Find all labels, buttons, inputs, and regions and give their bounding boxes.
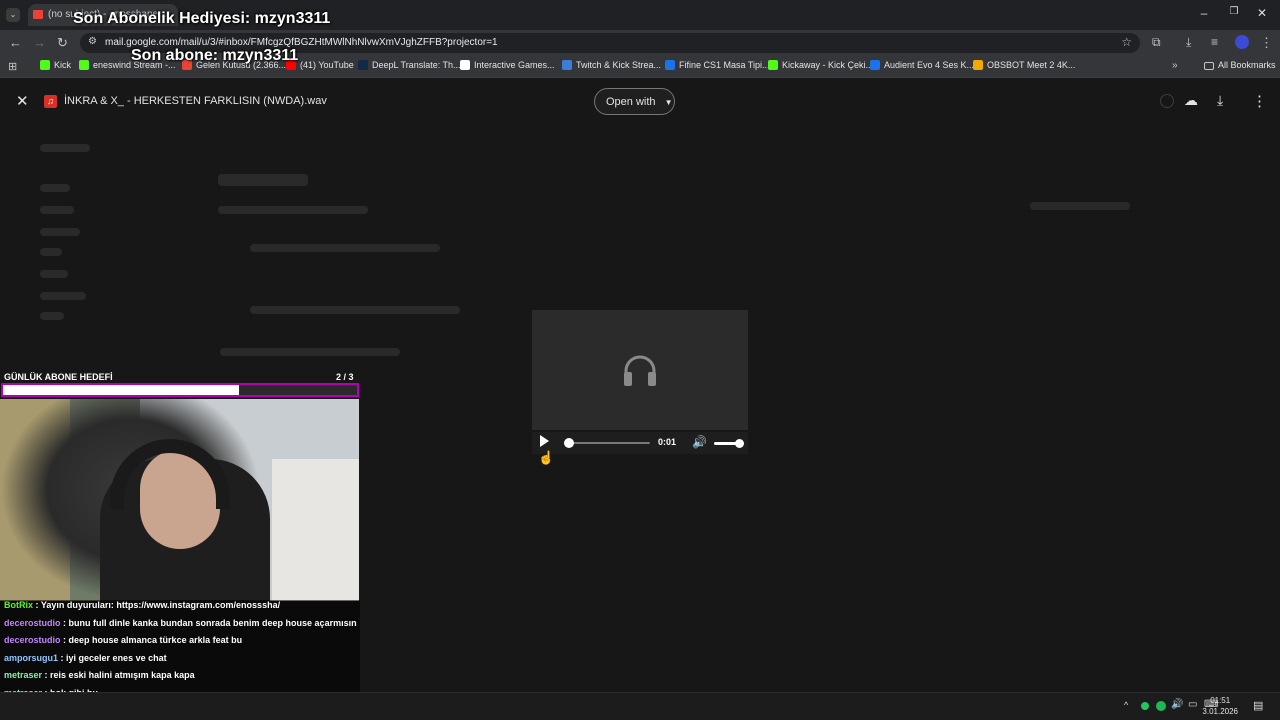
sub-goal-count: 2 / 3 — [336, 372, 354, 382]
taskbar-clock[interactable]: 01:51 3.01.2026 — [1202, 695, 1238, 717]
bookmark-label: OBSBOT Meet 2 4K... — [987, 60, 1076, 70]
volume-slider[interactable] — [714, 439, 744, 448]
sub-goal-label: GÜNLÜK ABONE HEDEFİ — [4, 372, 113, 382]
clock-time: 01:51 — [1210, 696, 1231, 705]
bookmark-label: DeepL Translate: Th... — [372, 60, 461, 70]
help-icon[interactable] — [1160, 94, 1174, 108]
bookmark-item[interactable]: Kickaway - Kick Çeki... — [768, 60, 873, 70]
chat-message: metraser : reis eski halini atmışım kapa… — [4, 670, 195, 680]
add-to-drive-icon[interactable]: ☁ — [1184, 92, 1198, 109]
profile-avatar[interactable] — [1235, 35, 1249, 49]
chat-text: : iyi geceler enes ve chat — [60, 653, 167, 663]
file-name: İNKRA & X_ - HERKESTEN FARKLISIN (NWDA).… — [64, 95, 327, 107]
headphones-icon — [624, 355, 656, 386]
tray-overflow-icon[interactable]: ^ — [1124, 700, 1128, 710]
current-time: 0:01 — [658, 437, 677, 447]
chat-text: : bunu full dinle kanka bundan sonrada b… — [63, 618, 357, 628]
bookmark-item[interactable]: OBSBOT Meet 2 4K... — [973, 60, 1075, 70]
volume-icon[interactable]: 🔊 — [692, 435, 707, 449]
apps-grid-icon[interactable]: ⊞ — [8, 60, 17, 73]
spotify-icon[interactable] — [1156, 701, 1166, 711]
bookmark-favicon-icon — [460, 60, 470, 70]
chat-username: amporsugu1 — [4, 653, 59, 663]
sub-goal-bar — [1, 383, 359, 397]
extensions-icon[interactable]: ⧉ — [1152, 35, 1161, 50]
more-options-icon[interactable]: ⋮ — [1252, 92, 1267, 110]
chat-message: BotRix : Yayın duyuruları: https://www.i… — [4, 600, 280, 610]
chat-username: decerostudio — [4, 635, 61, 645]
browser-menu-icon[interactable]: ⋮ — [1260, 35, 1273, 51]
restore-button[interactable]: ❐ — [1224, 6, 1244, 17]
downloads-icon[interactable]: ⤓ — [1186, 35, 1191, 50]
bookmark-item[interactable]: Fifine CS1 Masa Tipi... — [665, 60, 770, 70]
site-info-icon[interactable]: ⚙ — [88, 36, 97, 47]
minimize-button[interactable]: – — [1194, 6, 1214, 20]
bookmark-star-icon[interactable]: ☆ — [1121, 35, 1132, 49]
last-sub-overlay: Son abone: mzyn3311 — [131, 47, 299, 64]
webcam-feed — [0, 399, 359, 601]
bookmark-label: Fifine CS1 Masa Tipi... — [679, 60, 770, 70]
open-with-label: Open with — [606, 96, 656, 108]
cursor-icon: ☝ — [538, 450, 555, 465]
bookmark-label: Interactive Games... — [474, 60, 555, 70]
chat-username: BotRix — [4, 600, 33, 610]
play-icon[interactable] — [540, 435, 549, 447]
bookmark-item[interactable]: Audient Evo 4 Ses K... — [870, 60, 974, 70]
bookmark-label: (41) YouTube — [300, 60, 354, 70]
bookmark-item[interactable]: Interactive Games... — [460, 60, 555, 70]
bookmark-favicon-icon — [562, 60, 572, 70]
bookmark-favicon-icon — [665, 60, 675, 70]
chat-message: decerostudio : deep house almanca türkce… — [4, 635, 242, 645]
cam-bed — [272, 459, 359, 601]
audio-controls: 0:01 🔊 — [532, 432, 748, 454]
seek-handle[interactable] — [564, 438, 574, 448]
network-icon[interactable]: ▭ — [1188, 699, 1197, 710]
tab-search-button[interactable]: ⌄ — [6, 8, 20, 22]
chat-text: : Yayın duyuruları: https://www.instagra… — [35, 600, 281, 610]
bookmark-label: Kickaway - Kick Çeki... — [782, 60, 874, 70]
tray-app-icon[interactable] — [1141, 702, 1149, 710]
bookmark-favicon-icon — [870, 60, 880, 70]
bookmark-favicon-icon — [40, 60, 50, 70]
all-bookmarks-folder[interactable]: All Bookmarks — [1204, 60, 1276, 70]
bookmark-label: Audient Evo 4 Ses K... — [884, 60, 975, 70]
clock-date: 3.01.2026 — [1202, 707, 1238, 716]
bookmark-label: Twitch & Kick Strea... — [576, 60, 662, 70]
chat-message: amporsugu1 : iyi geceler enes ve chat — [4, 653, 167, 663]
bookmark-favicon-icon — [973, 60, 983, 70]
open-with-button[interactable]: Open with ▼ — [594, 88, 675, 115]
bookmark-item[interactable]: DeepL Translate: Th... — [358, 60, 461, 70]
reload-icon[interactable]: ↻ — [57, 35, 68, 51]
chat-username: decerostudio — [4, 618, 61, 628]
gift-sub-overlay: Son Abonelik Hediyesi: mzyn3311 — [73, 10, 331, 27]
windows-taskbar — [0, 692, 1280, 720]
chat-text: : reis eski halini atmışım kapa kapa — [44, 670, 195, 680]
forward-arrow-icon[interactable]: → — [33, 35, 46, 50]
media-controls-icon[interactable]: ≡ — [1211, 35, 1218, 49]
audio-artwork — [532, 310, 748, 430]
audio-file-icon: ♫ — [44, 95, 57, 108]
download-icon[interactable]: ⤓ — [1217, 92, 1223, 109]
chat-message: decerostudio : bunu full dinle kanka bun… — [4, 618, 357, 628]
volume-handle[interactable] — [735, 439, 744, 448]
bookmark-item[interactable]: Twitch & Kick Strea... — [562, 60, 661, 70]
bookmark-label: Kick — [54, 60, 72, 70]
chat-username: metraser — [4, 670, 43, 680]
more-bookmarks-icon[interactable]: » — [1172, 60, 1178, 71]
seek-bar[interactable] — [564, 438, 650, 448]
chevron-down-icon: ▼ — [664, 98, 673, 107]
chat-text: : deep house almanca türkce arkla feat b… — [63, 635, 243, 645]
close-window-button[interactable]: ✕ — [1252, 6, 1272, 20]
close-viewer-icon[interactable]: ✕ — [16, 92, 29, 110]
gmail-favicon-icon — [33, 10, 43, 19]
notification-icon[interactable]: ▤ — [1253, 699, 1263, 712]
bookmark-favicon-icon — [79, 60, 89, 70]
bookmark-favicon-icon — [358, 60, 368, 70]
back-arrow-icon[interactable]: ← — [9, 35, 22, 50]
sub-goal-fill — [3, 385, 240, 395]
speaker-icon[interactable]: 🔊 — [1171, 699, 1183, 710]
bookmark-item[interactable]: Kick — [40, 60, 71, 70]
bookmark-favicon-icon — [768, 60, 778, 70]
